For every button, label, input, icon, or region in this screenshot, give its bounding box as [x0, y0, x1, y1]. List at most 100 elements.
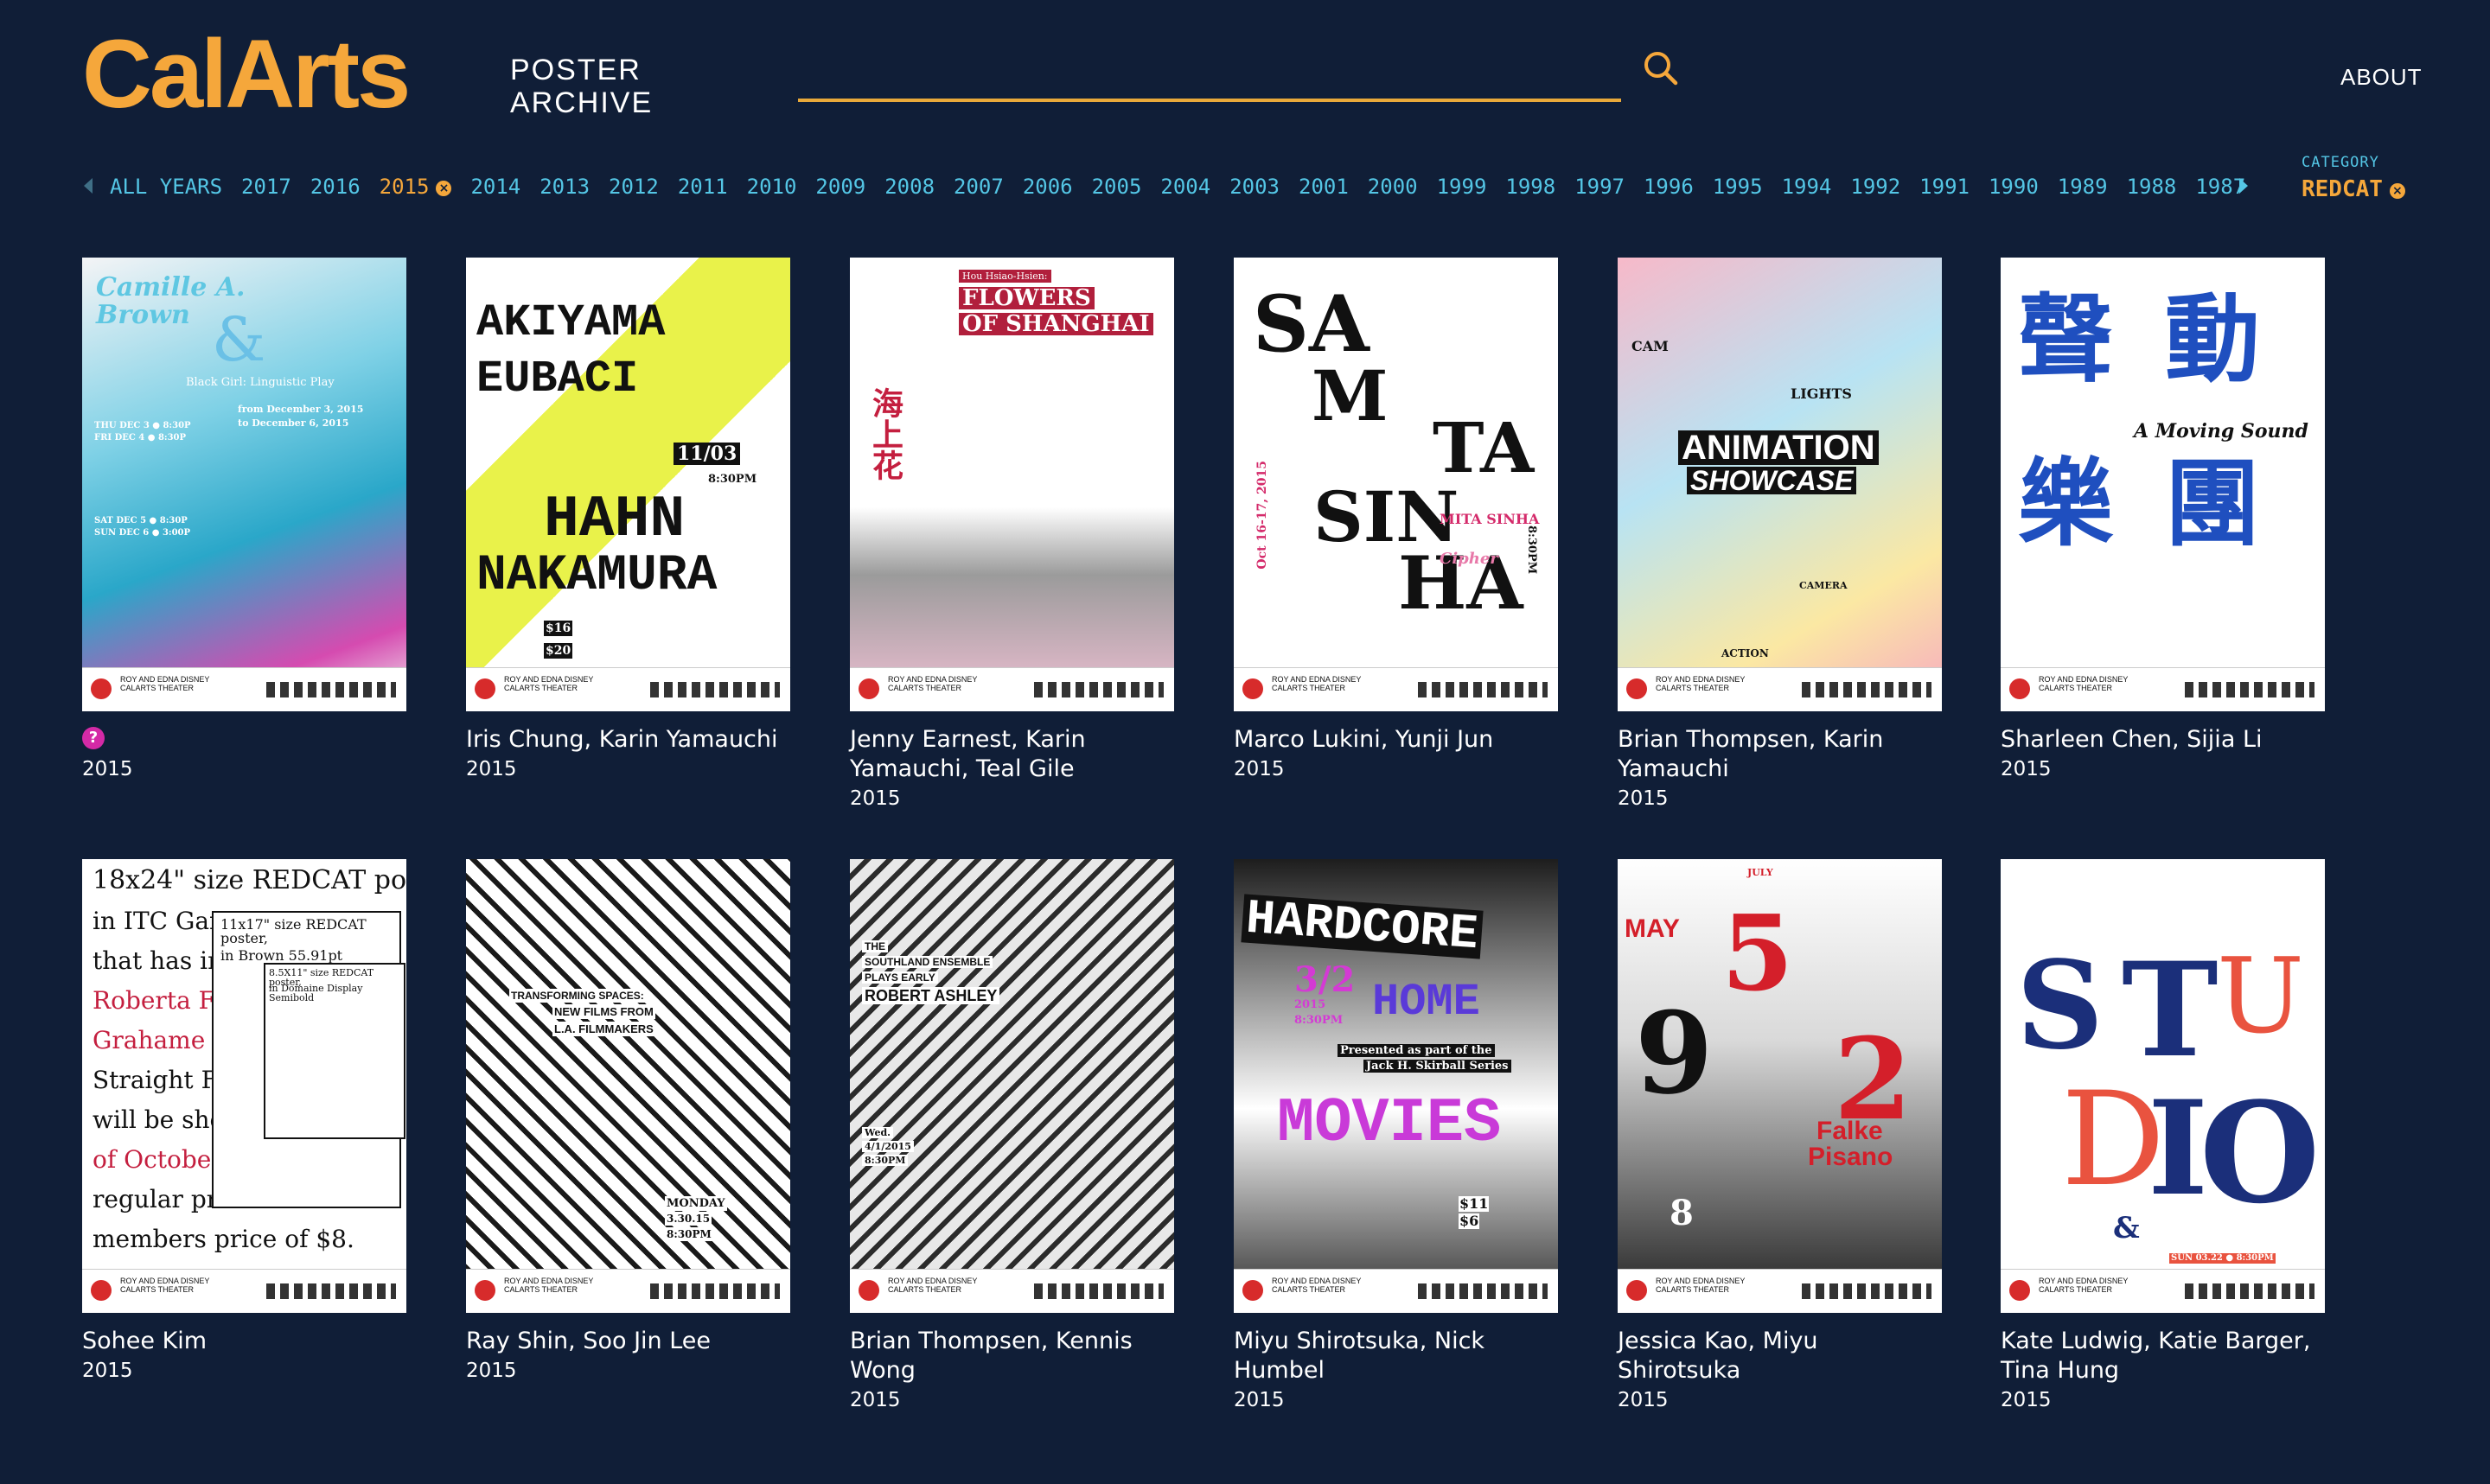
poster-card[interactable]: MAY 5 9 2 Falke Pisano 8 JULY ROY AND EDNA DISN…: [1618, 859, 1946, 1411]
poster-thumbnail[interactable]: S T U D I O & SUN 03.22 ● 8:30PM ROY AND EDNA D…: [2001, 859, 2325, 1313]
year-filter-item[interactable]: 2000: [1368, 171, 1418, 202]
year-filter-item[interactable]: 1995: [1713, 171, 1763, 202]
sponsor-logos: [1418, 682, 1548, 697]
year-filter-label: 1996: [1643, 175, 1694, 199]
poster-card[interactable]: CAM LIGHTS ANIMATION SHOWCASE CAMERA ACTION R…: [1618, 258, 1946, 810]
poster-card[interactable]: SA M TA SIN HA Oct 16-17, 2015 MITA SINHA Ciphe…: [1234, 258, 1562, 780]
poster-venue-line2: CALARTS THEATER: [1272, 1285, 1346, 1294]
poster-credit[interactable]: Marco Lukini, Yunji Jun: [1234, 725, 1562, 755]
poster-text: 聲: [2018, 284, 2113, 395]
year-scroll-right[interactable]: [2238, 176, 2250, 199]
year-filter-item[interactable]: 1994: [1782, 171, 1832, 202]
clear-category-icon[interactable]: ×: [2389, 183, 2405, 199]
poster-credit[interactable]: Miyu Shirotsuka, Nick Humbel: [1234, 1327, 1562, 1385]
year-filter-item[interactable]: 2007: [954, 171, 1004, 202]
poster-footer: ROY AND EDNA DISNEY CALARTS THEATER: [2001, 667, 2325, 711]
year-filter-item[interactable]: 2005: [1092, 171, 1142, 202]
poster-thumbnail[interactable]: Camille A. Brown & Black Girl: Linguistic P…: [82, 258, 406, 711]
poster-venue-line1: ROY AND EDNA DISNEY: [1656, 1277, 1746, 1285]
poster-text: TRANSFORMING SPACES:: [509, 989, 646, 1003]
poster-thumbnail[interactable]: MAY 5 9 2 Falke Pisano 8 JULY ROY AND EDNA DISN…: [1618, 859, 1942, 1313]
poster-text: Falke: [1816, 1117, 1883, 1145]
clear-year-icon[interactable]: ×: [436, 181, 452, 196]
poster-year: 2015: [82, 1360, 133, 1382]
year-filter-label: 1994: [1781, 175, 1832, 199]
poster-thumbnail[interactable]: Hou Hsiao-Hsien: FLOWERS OF SHANGHAI 海上花 RO…: [850, 258, 1174, 711]
year-filter-label: 2010: [746, 175, 797, 199]
year-filter-item[interactable]: ALL YEARS: [110, 171, 222, 202]
poster-credit[interactable]: Jessica Kao, Miyu Shirotsuka: [1618, 1327, 1946, 1385]
poster-text: 11x17" size REDCAT poster,: [220, 916, 367, 946]
poster-credit[interactable]: Sharleen Chen, Sijia Li: [2001, 725, 2329, 755]
poster-card[interactable]: Camille A. Brown & Black Girl: Linguistic P…: [82, 258, 411, 780]
poster-text: MAY: [1625, 914, 1680, 943]
year-filter-item[interactable]: 1992: [1850, 171, 1900, 202]
poster-card[interactable]: 18x24" size REDCAT poster, in ITC Gar that…: [82, 859, 411, 1382]
poster-year: 2015: [2001, 1389, 2052, 1411]
year-filter-item[interactable]: 1996: [1644, 171, 1694, 202]
category-value[interactable]: REDCAT ×: [2302, 176, 2405, 202]
poster-text: 4/1/2015: [862, 1141, 914, 1152]
poster-credit[interactable]: Sohee Kim: [82, 1327, 411, 1356]
year-filter-item[interactable]: 2017: [241, 171, 291, 202]
year-filter-item[interactable]: 2001: [1299, 171, 1349, 202]
search-button[interactable]: [1639, 47, 1682, 90]
poster-thumbnail[interactable]: 18x24" size REDCAT poster, in ITC Gar that…: [82, 859, 406, 1313]
poster-card[interactable]: 聲動樂團 A Moving Sound ROY AND EDNA DISNEY C…: [2001, 258, 2329, 780]
year-filter-item[interactable]: 2015 ×: [380, 171, 452, 202]
year-filter-item[interactable]: 1991: [1919, 171, 1970, 202]
year-filter-item[interactable]: 2004: [1160, 171, 1210, 202]
year-filter-item[interactable]: 2009: [815, 171, 865, 202]
poster-credit[interactable]: Jenny Earnest, Karin Yamauchi, Teal Gile: [850, 725, 1178, 784]
year-filter-item[interactable]: 2006: [1023, 171, 1073, 202]
year-filter-item[interactable]: 1999: [1437, 171, 1487, 202]
poster-credit[interactable]: Brian Thompsen, Kennis Wong: [850, 1327, 1178, 1385]
poster-card[interactable]: THE SOUTHLAND ENSEMBLE PLAYS EARLY ROBERT A…: [850, 859, 1178, 1411]
poster-card[interactable]: AKIYAMA EUBACI 11/03 8:30PM HAHN NAKAMURA $16 $…: [466, 258, 795, 780]
chevron-right-icon: [2239, 178, 2248, 194]
year-filter-item[interactable]: 1988: [2127, 171, 2177, 202]
year-filter-item[interactable]: 2010: [747, 171, 797, 202]
calarts-logo[interactable]: CalArts POSTER ARCHIVE: [82, 26, 651, 123]
poster-thumbnail[interactable]: AKIYAMA EUBACI 11/03 8:30PM HAHN NAKAMURA $16 $…: [466, 258, 790, 711]
poster-thumbnail[interactable]: THE SOUTHLAND ENSEMBLE PLAYS EARLY ROBERT A…: [850, 859, 1174, 1313]
year-filter-item[interactable]: 2012: [609, 171, 659, 202]
year-filter-item[interactable]: 1997: [1574, 171, 1625, 202]
unknown-designer-badge[interactable]: ?: [82, 727, 105, 749]
year-filter-item[interactable]: 1998: [1505, 171, 1555, 202]
poster-card[interactable]: TRANSFORMING SPACES: NEW FILMS FROM L.A. F…: [466, 859, 795, 1382]
poster-footer: ROY AND EDNA DISNEY CALARTS THEATER: [850, 1269, 1174, 1313]
poster-thumbnail[interactable]: HARDCORE 3/2 2015 8:30PM HOME MOVIES Presented…: [1234, 859, 1558, 1313]
poster-card[interactable]: HARDCORE 3/2 2015 8:30PM HOME MOVIES Presented…: [1234, 859, 1562, 1411]
year-filter-item[interactable]: 1990: [1989, 171, 2039, 202]
year-filter-label: 1992: [1850, 175, 1901, 199]
year-filter-item[interactable]: 2003: [1229, 171, 1280, 202]
year-filter-item[interactable]: 1989: [2058, 171, 2108, 202]
poster-credit[interactable]: Ray Shin, Soo Jin Lee: [466, 1327, 795, 1356]
poster-venue-line2: CALARTS THEATER: [504, 1285, 578, 1294]
search-input[interactable]: [798, 55, 1621, 102]
poster-thumbnail[interactable]: CAM LIGHTS ANIMATION SHOWCASE CAMERA ACTION R…: [1618, 258, 1942, 711]
poster-thumbnail[interactable]: TRANSFORMING SPACES: NEW FILMS FROM L.A. F…: [466, 859, 790, 1313]
poster-text: Roberta Fr: [93, 986, 227, 1015]
poster-venue: ROY AND EDNA DISNEY CALARTS THEATER: [504, 1277, 593, 1294]
year-filter-label: 2016: [310, 175, 361, 199]
poster-text: Black Girl: Linguistic Play: [186, 376, 335, 389]
about-link[interactable]: ABOUT: [2340, 64, 2423, 91]
poster-credit[interactable]: Kate Ludwig, Katie Barger, Tina Hung: [2001, 1327, 2329, 1385]
year-filter-item[interactable]: 2008: [884, 171, 935, 202]
poster-credit[interactable]: Brian Thompsen, Karin Yamauchi: [1618, 725, 1946, 784]
year-scroll-left[interactable]: [82, 176, 94, 199]
year-filter-item[interactable]: 2016: [310, 171, 361, 202]
redcat-logo-icon: [1626, 678, 1647, 699]
poster-thumbnail[interactable]: 聲動樂團 A Moving Sound ROY AND EDNA DISNEY C…: [2001, 258, 2325, 711]
poster-card[interactable]: Hou Hsiao-Hsien: FLOWERS OF SHANGHAI 海上花 RO…: [850, 258, 1178, 810]
sponsor-logos: [1034, 682, 1164, 697]
poster-credit[interactable]: Iris Chung, Karin Yamauchi: [466, 725, 795, 755]
poster-card[interactable]: S T U D I O & SUN 03.22 ● 8:30PM ROY AND EDNA D…: [2001, 859, 2329, 1411]
year-filter-item[interactable]: 2013: [540, 171, 590, 202]
year-filter-item[interactable]: 2014: [470, 171, 520, 202]
poster-thumbnail[interactable]: SA M TA SIN HA Oct 16-17, 2015 MITA SINHA Ciphe…: [1234, 258, 1558, 711]
poster-text: $16: [544, 621, 573, 636]
year-filter-item[interactable]: 2011: [678, 171, 728, 202]
